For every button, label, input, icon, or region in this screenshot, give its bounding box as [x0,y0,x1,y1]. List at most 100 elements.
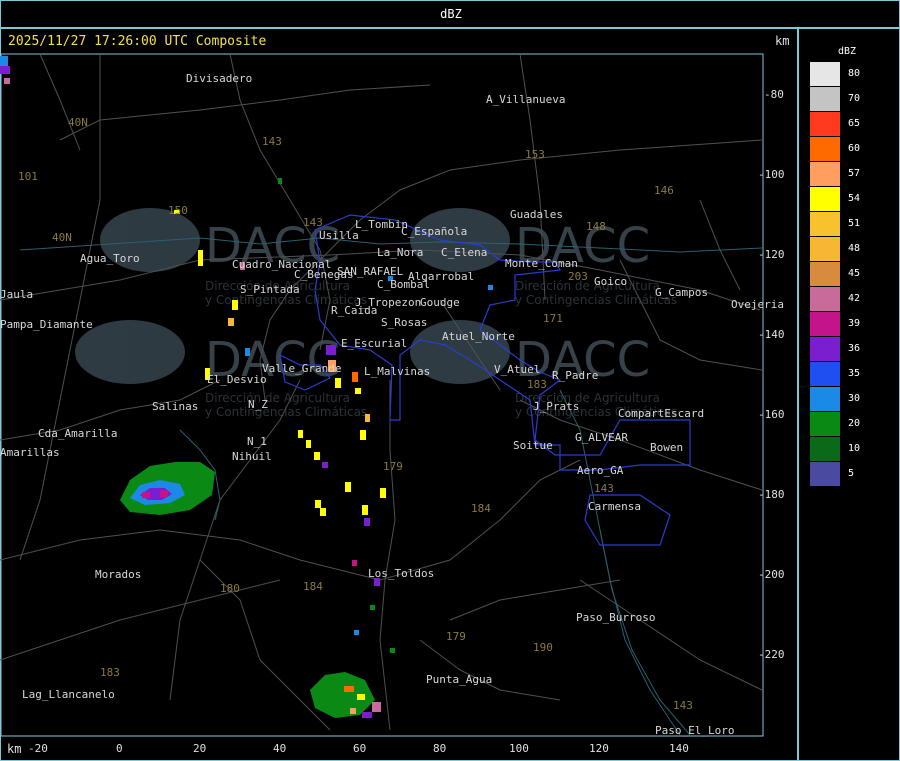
route-label: 190 [533,641,553,654]
echo-cell [314,452,320,460]
place-label: Guadales [510,208,563,221]
echo-cell [245,348,250,356]
place-label: Bowen [650,441,683,454]
place-label: C_Bombal [377,278,430,291]
echo-cell [232,300,238,310]
place-label: C_Elena [441,246,487,259]
echo-cell-south [310,672,375,718]
legend-label: 36 [848,343,861,354]
legend-swatch [810,387,840,411]
legend-label: 42 [848,293,861,304]
place-label: Agua_Toro [80,252,140,265]
legend-label: 39 [848,318,861,329]
legend-label: 48 [848,243,861,254]
x-tick: 120 [589,742,609,755]
legend-swatch [810,62,840,86]
route-label: 40N [52,231,72,244]
y-tick: -180 [758,488,785,501]
echo-cell [350,708,356,714]
legend-swatch [810,112,840,136]
echo-cell [357,694,365,700]
place-label: Cuadro_Nacional [232,258,331,271]
route-label: 40N [68,116,88,129]
legend-label: 10 [848,443,861,454]
place-label: Paso_El_Loro [655,724,734,737]
route-label: 179 [446,630,466,643]
route-label: 143 [303,216,323,229]
place-label: C_Española [401,225,467,238]
place-label: El_Desvio [207,373,267,386]
place-label: Monte_Coman [505,257,578,270]
legend-label: 57 [848,168,861,179]
echo-cell [365,414,370,422]
place-label: S_Rosas [381,316,427,329]
legend-label: 60 [848,143,861,154]
place-label: Paso_Burroso [576,611,655,624]
x-tick: 40 [273,742,287,755]
echo-cell [355,388,361,394]
echo-cell [306,440,311,448]
route-label: 183 [527,378,547,391]
axis-unit-label: km [775,34,790,48]
place-label: J_Tropezon [355,296,421,309]
echo-cell [0,66,10,74]
route-label: 171 [543,312,563,325]
place-label: Morados [95,568,141,581]
route-label: 184 [303,580,323,593]
legend-swatch [810,462,840,486]
route-label: 143 [594,482,614,495]
place-label: Cda_Amarilla [38,427,117,440]
legend-swatch [810,262,840,286]
place-label: Aero_GA [577,464,624,477]
route-label: 180 [220,582,240,595]
x-tick: 80 [433,742,447,755]
place-label: Ovejeria [731,298,784,311]
legend-swatch [810,412,840,436]
route-label: 184 [471,502,491,515]
legend-label: 80 [848,68,861,79]
legend-title: dBZ [838,46,857,57]
echo-cell [362,712,372,718]
place-label: L_Malvinas [364,365,430,378]
echo-cell [298,430,303,438]
place-label: R_Padre [552,369,598,382]
x-tick: 140 [669,742,689,755]
echo-cell [344,686,354,692]
echo-cell [354,630,359,635]
place-label: Divisadero [186,72,252,85]
echo-cell [4,78,10,84]
echo-cell [322,462,328,468]
place-label: La_Nora [377,246,423,259]
legend-swatch [810,337,840,361]
legend-swatch [810,87,840,111]
place-label: Amarillas [0,446,60,459]
y-tick: -220 [758,648,785,661]
echo-cell [352,372,358,382]
echo-cell [364,518,370,526]
echo-cell [352,560,357,566]
echo-cell [390,648,395,653]
legend-label: 20 [848,418,861,429]
echo-cell [488,285,493,290]
place-label: Punta_Agua [426,673,492,686]
legend-label: 54 [848,193,861,204]
legend-swatch [810,312,840,336]
place-label: Lag_Llancanelo [22,688,115,701]
place-label: Los_Toldos [368,567,434,580]
place-label: Atuel_Norte [442,330,515,343]
y-tick: -100 [758,168,785,181]
x-tick: 0 [116,742,123,755]
y-tick: -140 [758,328,785,341]
place-label: Pampa_Diamante [0,318,93,331]
x-tick: -20 [28,742,48,755]
echo-cell [335,378,341,388]
place-label: N_Z [248,398,268,411]
place-label: Carmensa [588,500,641,513]
echo-cell [142,492,150,498]
echo-cell [198,250,203,266]
radar-map[interactable]: DACC Dirección de Agricultura y Continge… [0,0,798,761]
echo-cell [315,500,321,508]
place-label: Salinas [152,400,198,413]
watermark-line1: Dirección de Agricultura [205,391,350,405]
watermark-line2: y Contingencias Climáticas [515,293,677,307]
